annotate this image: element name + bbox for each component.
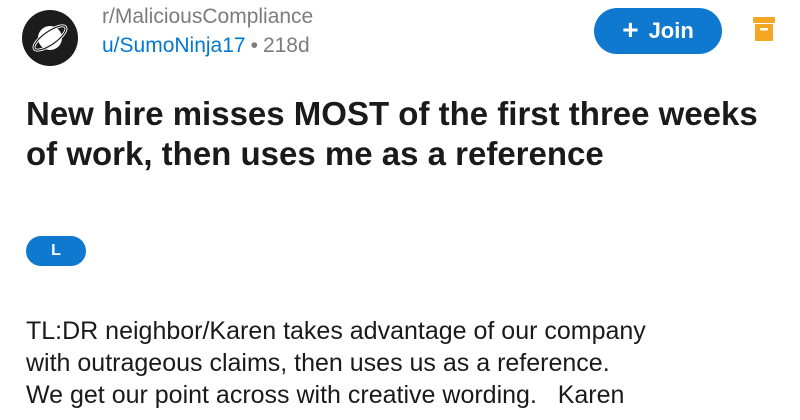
planet-icon	[32, 24, 68, 52]
post-age: 218d	[262, 34, 310, 57]
join-button-label: Join	[648, 18, 694, 43]
archive-icon[interactable]	[752, 16, 776, 42]
plus-icon: +	[622, 14, 639, 45]
subreddit-name[interactable]: r/MaliciousCompliance	[102, 4, 313, 30]
meta-separator: •	[250, 34, 258, 57]
post-body-text: TL:DR neighbor/Karen takes advantage of …	[26, 317, 646, 409]
byline: u/SumoNinja17 • 218d	[102, 32, 313, 60]
subreddit-avatar[interactable]	[22, 10, 78, 66]
post-meta: r/MaliciousCompliance u/SumoNinja17 • 218d	[102, 4, 313, 60]
join-button[interactable]: + Join	[594, 8, 722, 54]
author-link[interactable]: u/SumoNinja17	[102, 34, 246, 57]
post-title[interactable]: New hire misses MOST of the first three …	[26, 94, 766, 174]
post-flair-badge: L	[26, 236, 86, 266]
post-header: r/MaliciousCompliance u/SumoNinja17 • 218d…	[22, 4, 778, 66]
